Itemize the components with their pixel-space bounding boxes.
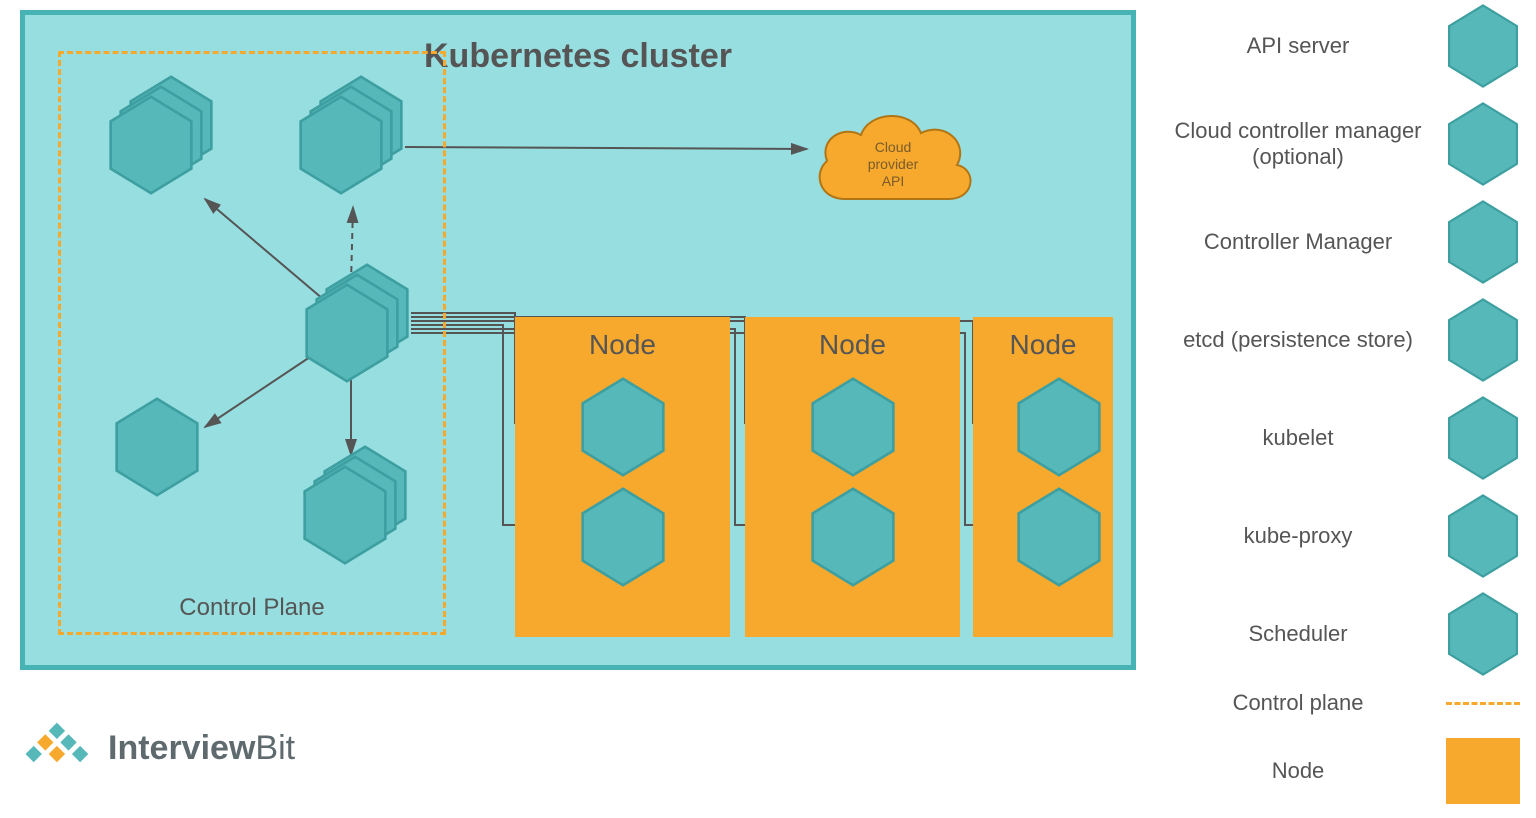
hexagon-icon: [1015, 377, 1103, 477]
legend-item: Node: [1160, 738, 1520, 804]
hex-bottom-left: [113, 397, 201, 497]
legend-item: Control plane: [1160, 690, 1520, 716]
hexagon-icon: [1446, 298, 1520, 382]
brand-logo: InterviewBit: [22, 719, 295, 777]
hexagon-icon: [1015, 487, 1103, 587]
hexagon-icon: [579, 377, 667, 477]
legend-item: kube-proxy: [1160, 494, 1520, 578]
hexagon-icon: [1446, 396, 1520, 480]
legend-item: API server: [1160, 4, 1520, 88]
hexagon-icon: [1446, 592, 1520, 676]
node-label: Node: [515, 329, 730, 361]
hexagon-icon: [1446, 102, 1520, 186]
brand-name: InterviewBit: [108, 729, 295, 768]
legend-item: Cloud controller manager (optional): [1160, 102, 1520, 186]
legend-item: kubelet: [1160, 396, 1520, 480]
hexagon-icon: [1446, 494, 1520, 578]
node-3: Node: [973, 317, 1113, 637]
hexagon-icon: [1446, 200, 1520, 284]
logo-icon: [22, 719, 100, 777]
square-icon: [1446, 738, 1520, 804]
hexagon-icon: [579, 487, 667, 587]
hexagon-icon: [809, 487, 897, 587]
cloud-text: Cloud provider API: [805, 139, 981, 190]
control-plane-label: Control Plane: [61, 594, 443, 622]
dashed-line-icon: [1446, 702, 1520, 705]
cloud-provider-api: Cloud provider API: [805, 103, 981, 223]
node-2: Node: [745, 317, 960, 637]
kubernetes-cluster: Kubernetes cluster: [20, 10, 1136, 670]
hexagon-icon: [809, 377, 897, 477]
hexagon-icon: [1446, 4, 1520, 88]
legend-item: etcd (persistence store): [1160, 298, 1520, 382]
legend-item: Scheduler: [1160, 592, 1520, 676]
legend: API server Cloud controller manager (opt…: [1160, 4, 1520, 818]
node-1: Node: [515, 317, 730, 637]
legend-item: Controller Manager: [1160, 200, 1520, 284]
node-label: Node: [973, 329, 1113, 361]
node-label: Node: [745, 329, 960, 361]
